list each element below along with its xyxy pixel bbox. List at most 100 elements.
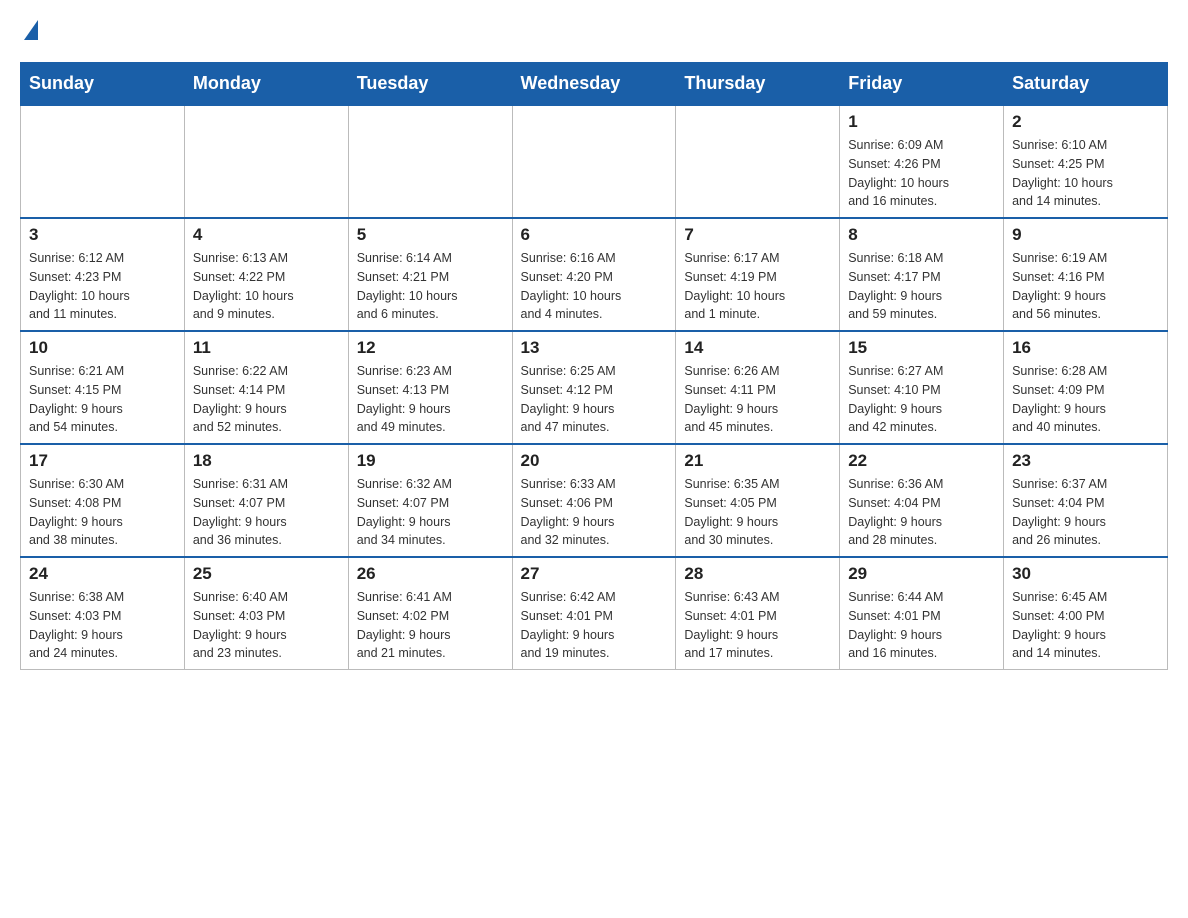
day-info: Sunrise: 6:21 AM Sunset: 4:15 PM Dayligh…: [29, 362, 176, 437]
weekday-header-row: SundayMondayTuesdayWednesdayThursdayFrid…: [21, 63, 1168, 106]
calendar-cell: 3Sunrise: 6:12 AM Sunset: 4:23 PM Daylig…: [21, 218, 185, 331]
day-number: 21: [684, 451, 831, 471]
day-number: 12: [357, 338, 504, 358]
day-number: 16: [1012, 338, 1159, 358]
day-info: Sunrise: 6:40 AM Sunset: 4:03 PM Dayligh…: [193, 588, 340, 663]
weekday-header-sunday: Sunday: [21, 63, 185, 106]
calendar-cell: 10 Sunrise: 6:21 AM Sunset: 4:15 PM Dayli…: [21, 331, 185, 444]
day-number: 20: [521, 451, 668, 471]
calendar-cell: 9 Sunrise: 6:19 AM Sunset: 4:16 PM Daylig…: [1004, 218, 1168, 331]
day-number: 7: [684, 225, 831, 245]
day-info: Sunrise: 6:17 AM Sunset: 4:19 PM Dayligh…: [684, 249, 831, 324]
day-number: 30: [1012, 564, 1159, 584]
week-row-3: 10 Sunrise: 6:21 AM Sunset: 4:15 PM Dayli…: [21, 331, 1168, 444]
calendar-cell: 7 Sunrise: 6:17 AM Sunset: 4:19 PM Daylig…: [676, 218, 840, 331]
calendar-cell: 24 Sunrise: 6:38 AM Sunset: 4:03 PM Dayli…: [21, 557, 185, 670]
calendar-cell: 2 Sunrise: 6:10 AM Sunset: 4:25 PM Daylig…: [1004, 105, 1168, 218]
day-info: Sunrise: 6:13 AM Sunset: 4:22 PM Dayligh…: [193, 249, 340, 324]
calendar-cell: 20 Sunrise: 6:33 AM Sunset: 4:06 PM Dayli…: [512, 444, 676, 557]
day-info: Sunrise: 6:09 AM Sunset: 4:26 PM Dayligh…: [848, 136, 995, 211]
day-info: Sunrise: 6:26 AM Sunset: 4:11 PM Dayligh…: [684, 362, 831, 437]
calendar-cell: 21 Sunrise: 6:35 AM Sunset: 4:05 PM Dayli…: [676, 444, 840, 557]
weekday-header-saturday: Saturday: [1004, 63, 1168, 106]
day-number: 3: [29, 225, 176, 245]
calendar-cell: 6 Sunrise: 6:16 AM Sunset: 4:20 PM Daylig…: [512, 218, 676, 331]
day-number: 9: [1012, 225, 1159, 245]
day-info: Sunrise: 6:14 AM Sunset: 4:21 PM Dayligh…: [357, 249, 504, 324]
calendar-cell: 29 Sunrise: 6:44 AM Sunset: 4:01 PM Dayli…: [840, 557, 1004, 670]
calendar-table: SundayMondayTuesdayWednesdayThursdayFrid…: [20, 62, 1168, 670]
weekday-header-thursday: Thursday: [676, 63, 840, 106]
week-row-4: 17 Sunrise: 6:30 AM Sunset: 4:08 PM Dayli…: [21, 444, 1168, 557]
calendar-cell: 25Sunrise: 6:40 AM Sunset: 4:03 PM Dayli…: [184, 557, 348, 670]
calendar-cell: [21, 105, 185, 218]
day-info: Sunrise: 6:36 AM Sunset: 4:04 PM Dayligh…: [848, 475, 995, 550]
calendar-cell: 15Sunrise: 6:27 AM Sunset: 4:10 PM Dayli…: [840, 331, 1004, 444]
calendar-cell: 13 Sunrise: 6:25 AM Sunset: 4:12 PM Dayli…: [512, 331, 676, 444]
calendar-cell: 4 Sunrise: 6:13 AM Sunset: 4:22 PM Daylig…: [184, 218, 348, 331]
day-info: Sunrise: 6:18 AM Sunset: 4:17 PM Dayligh…: [848, 249, 995, 324]
day-info: Sunrise: 6:41 AM Sunset: 4:02 PM Dayligh…: [357, 588, 504, 663]
day-number: 5: [357, 225, 504, 245]
day-info: Sunrise: 6:45 AM Sunset: 4:00 PM Dayligh…: [1012, 588, 1159, 663]
day-info: Sunrise: 6:32 AM Sunset: 4:07 PM Dayligh…: [357, 475, 504, 550]
day-info: Sunrise: 6:33 AM Sunset: 4:06 PM Dayligh…: [521, 475, 668, 550]
calendar-cell: [676, 105, 840, 218]
calendar-cell: 1 Sunrise: 6:09 AM Sunset: 4:26 PM Daylig…: [840, 105, 1004, 218]
day-number: 2: [1012, 112, 1159, 132]
day-number: 10: [29, 338, 176, 358]
day-info: Sunrise: 6:44 AM Sunset: 4:01 PM Dayligh…: [848, 588, 995, 663]
calendar-cell: 8 Sunrise: 6:18 AM Sunset: 4:17 PM Daylig…: [840, 218, 1004, 331]
day-number: 18: [193, 451, 340, 471]
day-number: 13: [521, 338, 668, 358]
calendar-cell: 30 Sunrise: 6:45 AM Sunset: 4:00 PM Dayli…: [1004, 557, 1168, 670]
week-row-1: 1 Sunrise: 6:09 AM Sunset: 4:26 PM Daylig…: [21, 105, 1168, 218]
week-row-2: 3Sunrise: 6:12 AM Sunset: 4:23 PM Daylig…: [21, 218, 1168, 331]
day-number: 11: [193, 338, 340, 358]
day-number: 14: [684, 338, 831, 358]
day-number: 29: [848, 564, 995, 584]
day-number: 15: [848, 338, 995, 358]
logo-triangle-icon: [24, 20, 38, 40]
day-info: Sunrise: 6:38 AM Sunset: 4:03 PM Dayligh…: [29, 588, 176, 663]
calendar-cell: [348, 105, 512, 218]
day-info: Sunrise: 6:30 AM Sunset: 4:08 PM Dayligh…: [29, 475, 176, 550]
day-info: Sunrise: 6:25 AM Sunset: 4:12 PM Dayligh…: [521, 362, 668, 437]
calendar-cell: 17 Sunrise: 6:30 AM Sunset: 4:08 PM Dayli…: [21, 444, 185, 557]
day-number: 24: [29, 564, 176, 584]
calendar-cell: 26Sunrise: 6:41 AM Sunset: 4:02 PM Dayli…: [348, 557, 512, 670]
day-number: 27: [521, 564, 668, 584]
day-info: Sunrise: 6:42 AM Sunset: 4:01 PM Dayligh…: [521, 588, 668, 663]
calendar-cell: 18 Sunrise: 6:31 AM Sunset: 4:07 PM Dayli…: [184, 444, 348, 557]
calendar-cell: 11 Sunrise: 6:22 AM Sunset: 4:14 PM Dayli…: [184, 331, 348, 444]
calendar-cell: 19 Sunrise: 6:32 AM Sunset: 4:07 PM Dayli…: [348, 444, 512, 557]
day-number: 1: [848, 112, 995, 132]
calendar-cell: [184, 105, 348, 218]
calendar-cell: [512, 105, 676, 218]
day-info: Sunrise: 6:43 AM Sunset: 4:01 PM Dayligh…: [684, 588, 831, 663]
calendar-cell: 23Sunrise: 6:37 AM Sunset: 4:04 PM Dayli…: [1004, 444, 1168, 557]
calendar-cell: 12 Sunrise: 6:23 AM Sunset: 4:13 PM Dayli…: [348, 331, 512, 444]
day-info: Sunrise: 6:23 AM Sunset: 4:13 PM Dayligh…: [357, 362, 504, 437]
day-info: Sunrise: 6:22 AM Sunset: 4:14 PM Dayligh…: [193, 362, 340, 437]
day-info: Sunrise: 6:28 AM Sunset: 4:09 PM Dayligh…: [1012, 362, 1159, 437]
day-info: Sunrise: 6:10 AM Sunset: 4:25 PM Dayligh…: [1012, 136, 1159, 211]
week-row-5: 24 Sunrise: 6:38 AM Sunset: 4:03 PM Dayli…: [21, 557, 1168, 670]
day-number: 19: [357, 451, 504, 471]
day-info: Sunrise: 6:35 AM Sunset: 4:05 PM Dayligh…: [684, 475, 831, 550]
page-header: [20, 20, 1168, 42]
day-info: Sunrise: 6:19 AM Sunset: 4:16 PM Dayligh…: [1012, 249, 1159, 324]
weekday-header-monday: Monday: [184, 63, 348, 106]
day-info: Sunrise: 6:31 AM Sunset: 4:07 PM Dayligh…: [193, 475, 340, 550]
day-number: 8: [848, 225, 995, 245]
day-number: 22: [848, 451, 995, 471]
day-number: 4: [193, 225, 340, 245]
day-number: 17: [29, 451, 176, 471]
logo: [20, 20, 38, 42]
calendar-cell: 5 Sunrise: 6:14 AM Sunset: 4:21 PM Daylig…: [348, 218, 512, 331]
calendar-cell: 28Sunrise: 6:43 AM Sunset: 4:01 PM Dayli…: [676, 557, 840, 670]
day-info: Sunrise: 6:16 AM Sunset: 4:20 PM Dayligh…: [521, 249, 668, 324]
day-info: Sunrise: 6:37 AM Sunset: 4:04 PM Dayligh…: [1012, 475, 1159, 550]
calendar-cell: 16 Sunrise: 6:28 AM Sunset: 4:09 PM Dayli…: [1004, 331, 1168, 444]
day-number: 6: [521, 225, 668, 245]
